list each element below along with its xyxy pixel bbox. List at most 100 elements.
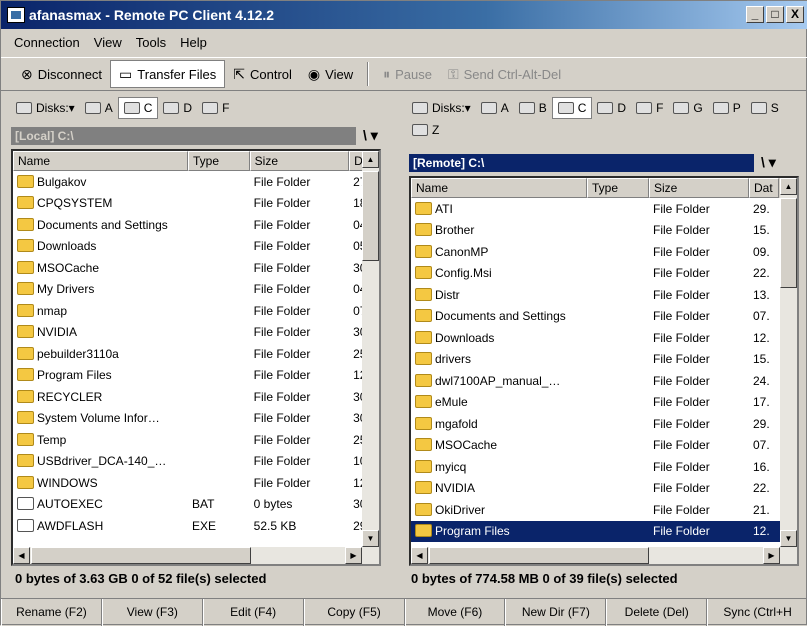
file-row[interactable]: drivers File Folder 15. (411, 349, 797, 371)
scroll-down-button[interactable]: ▼ (362, 530, 379, 547)
column-header-type[interactable]: Type (587, 178, 649, 198)
disk-g-button[interactable]: G (668, 97, 707, 119)
file-row[interactable]: TempFile Folder25. (13, 429, 379, 451)
file-row[interactable]: BulgakovFile Folder27. (13, 171, 379, 193)
column-header-size[interactable]: Size (249, 151, 350, 171)
file-row[interactable]: Distr File Folder 13. (411, 284, 797, 306)
scroll-right-button[interactable]: ▶ (345, 547, 362, 564)
disconnect-button[interactable]: ⊗ Disconnect (13, 60, 110, 88)
scroll-left-button[interactable]: ◀ (13, 547, 30, 564)
menu-tools[interactable]: Tools (129, 35, 173, 50)
file-row[interactable]: Brother File Folder 15. (411, 220, 797, 242)
disk-p-button[interactable]: P (708, 97, 746, 119)
disks-label: Disks: (432, 101, 465, 115)
file-row[interactable]: Documents and Settings File Folder 07. (411, 306, 797, 328)
file-row[interactable]: AUTOEXECBAT0 bytes30. (13, 494, 379, 516)
hscroll-thumb[interactable] (429, 547, 649, 564)
disk-s-button[interactable]: S (746, 97, 784, 119)
file-row[interactable]: WINDOWSFile Folder12. (13, 472, 379, 494)
file-row[interactable]: ATI File Folder 29. (411, 198, 797, 220)
hscroll-thumb[interactable] (31, 547, 251, 564)
file-row[interactable]: Downloads File Folder 12. (411, 327, 797, 349)
horizontal-scrollbar[interactable]: ◀ ▶ (411, 547, 797, 564)
local-path-tools[interactable]: \ ▾ (363, 127, 378, 144)
view-f3-button[interactable]: View (F3) (101, 599, 203, 626)
column-header-size[interactable]: Size (649, 178, 749, 198)
scroll-left-button[interactable]: ◀ (411, 547, 428, 564)
file-row[interactable]: NVIDIAFile Folder30. (13, 322, 379, 344)
disk-f-button[interactable]: F (197, 97, 234, 119)
remote-path-tools[interactable]: \ ▾ (761, 154, 776, 171)
disk-b-button[interactable]: B (514, 97, 552, 119)
disk-a-button[interactable]: A (476, 97, 514, 119)
file-row[interactable]: RECYCLERFile Folder30. (13, 386, 379, 408)
file-row[interactable]: USBdriver_DCA-140_…File Folder10. (13, 451, 379, 473)
column-header-type[interactable]: Type (187, 151, 250, 171)
file-row[interactable]: MSOCacheFile Folder30. (13, 257, 379, 279)
scroll-down-button[interactable]: ▼ (780, 530, 797, 547)
file-row[interactable]: eMule File Folder 17. (411, 392, 797, 414)
disk-d-button[interactable]: D (158, 97, 197, 119)
maximize-button[interactable]: □ (766, 6, 784, 23)
close-button[interactable]: X (786, 6, 804, 23)
file-row[interactable]: Config.Msi File Folder 22. (411, 263, 797, 285)
column-header-name[interactable]: Name (411, 178, 587, 198)
file-row[interactable]: CPQSYSTEMFile Folder18. (13, 193, 379, 215)
file-row[interactable]: mgafold File Folder 29. (411, 413, 797, 435)
delete-del-button[interactable]: Delete (Del) (606, 599, 708, 626)
file-name-cell: Bulgakov (13, 175, 188, 189)
menu-view[interactable]: View (87, 35, 129, 50)
file-row[interactable]: Program FilesFile Folder12. (411, 520, 797, 542)
disk-a-button[interactable]: A (80, 97, 118, 119)
file-row[interactable]: CanonMP File Folder 09. (411, 241, 797, 263)
sync-ctrl-h-button[interactable]: Sync (Ctrl+H (707, 599, 807, 626)
remote-disks-dropdown[interactable]: Disks: ▾ (407, 97, 476, 119)
view-button[interactable]: ◉ View (300, 60, 361, 88)
send-ctrl-alt-del-button[interactable]: ⚿ Send Ctrl-Alt-Del (440, 60, 569, 88)
column-header-name[interactable]: Name (13, 151, 188, 171)
scroll-thumb[interactable] (780, 198, 797, 288)
file-row[interactable]: My DriversFile Folder04. (13, 279, 379, 301)
vertical-scrollbar[interactable]: ▲ ▼ (362, 151, 379, 547)
local-file-list[interactable]: NameTypeSizeDatBulgakovFile Folder27.CPQ… (11, 149, 381, 566)
remote-file-list[interactable]: Name Type Size Dat ATI File Folder 29. Brother F… (409, 176, 799, 566)
file-row[interactable]: dwl7100AP_manual_… File Folder 24. (411, 370, 797, 392)
horizontal-scrollbar[interactable]: ◀ ▶ (13, 547, 379, 564)
new-dir-f7-button[interactable]: New Dir (F7) (505, 599, 607, 626)
file-row[interactable]: nmapFile Folder07. (13, 300, 379, 322)
disk-d-button[interactable]: D (592, 97, 631, 119)
disk-f-button[interactable]: F (631, 97, 668, 119)
file-row[interactable]: Documents and SettingsFile Folder04. (13, 214, 379, 236)
disk-c-button[interactable]: C (551, 97, 593, 119)
scroll-up-button[interactable]: ▲ (362, 151, 379, 168)
file-date: 07. (753, 309, 770, 324)
file-row[interactable]: pebuilder3110aFile Folder25. (13, 343, 379, 365)
disk-z-button[interactable]: Z (407, 119, 444, 141)
minimize-button[interactable]: _ (746, 6, 764, 23)
copy-f5-button[interactable]: Copy (F5) (303, 599, 405, 626)
file-row[interactable]: MSOCache File Folder 07. (411, 435, 797, 457)
file-row[interactable]: System Volume Infor…File Folder30. (13, 408, 379, 430)
column-header-dat[interactable]: Dat (749, 178, 779, 198)
scroll-thumb[interactable] (362, 171, 379, 261)
file-row[interactable]: NVIDIA File Folder 22. (411, 478, 797, 500)
file-row[interactable]: myicq File Folder 16. (411, 456, 797, 478)
menu-connection[interactable]: Connection (7, 35, 87, 50)
scroll-up-button[interactable]: ▲ (780, 178, 797, 195)
file-row[interactable]: DownloadsFile Folder05. (13, 236, 379, 258)
file-row[interactable]: AWDFLASHEXE52.5 KB29. (13, 515, 379, 537)
rename-f2-button[interactable]: Rename (F2) (1, 599, 102, 626)
local-disks-dropdown[interactable]: Disks: ▾ (11, 97, 80, 119)
scroll-right-button[interactable]: ▶ (763, 547, 780, 564)
pause-button[interactable]: ⏸ Pause (375, 60, 440, 88)
control-button[interactable]: ⇱ Control (225, 60, 300, 88)
title-bar[interactable]: afanasmax - Remote PC Client 4.12.2 _ □ … (1, 1, 807, 29)
edit-f4-button[interactable]: Edit (F4) (202, 599, 304, 626)
file-row[interactable]: OkiDriver File Folder 21. (411, 499, 797, 521)
file-row[interactable]: Program FilesFile Folder12. (13, 365, 379, 387)
disk-c-button[interactable]: C (117, 97, 159, 119)
menu-help[interactable]: Help (173, 35, 214, 50)
move-f6-button[interactable]: Move (F6) (404, 599, 506, 626)
transfer-files-button[interactable]: ▭ Transfer Files (110, 60, 226, 88)
vertical-scrollbar[interactable]: ▲ ▼ (780, 178, 797, 547)
